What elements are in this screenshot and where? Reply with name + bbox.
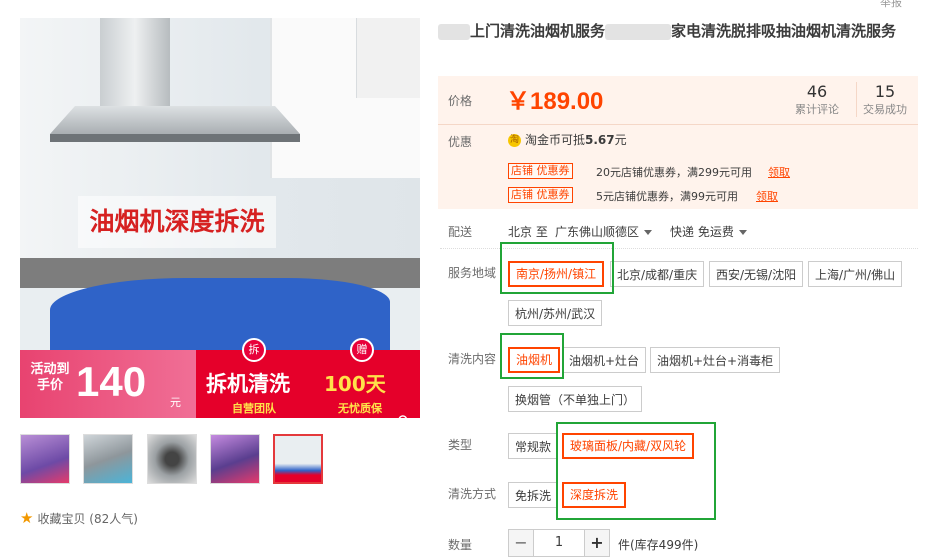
deals-stat: 15 交易成功 <box>856 82 913 117</box>
image-hood-band <box>50 134 300 142</box>
annotation-highlight-box <box>556 422 716 520</box>
taobao-coin-icon: 淘 <box>508 134 521 147</box>
option-clean-content[interactable]: 油烟机+灶台 <box>562 347 647 373</box>
favorite-link[interactable]: ★ 收藏宝贝 (82人气) <box>20 509 138 527</box>
image-cabinet-upper <box>356 18 420 98</box>
promo-warranty-subtext: 无忧质保 <box>338 402 382 415</box>
service-area-label: 服务地域 <box>448 266 497 280</box>
promo-activity-label: 活动到手价 <box>30 362 70 393</box>
quantity-decrease-button[interactable]: − <box>508 529 534 557</box>
option-service-area[interactable]: 西安/无锡/沈阳 <box>709 261 804 287</box>
quantity-input[interactable]: 1 <box>534 529 584 557</box>
option-service-area[interactable]: 上海/广州/佛山 <box>808 261 903 287</box>
annotation-highlight-box <box>500 333 564 379</box>
image-blue-cloth <box>50 278 390 358</box>
option-clean-content[interactable]: 换烟管（不单独上门） <box>508 386 643 412</box>
thumbnail-3[interactable] <box>147 434 197 484</box>
coupon-tag: 店铺 优惠券 <box>508 163 573 179</box>
promo-price-unit: 元 <box>170 396 181 409</box>
coupon-text: 5元店铺优惠券，满99元可用 <box>596 190 738 203</box>
coupon-claim-link[interactable]: 领取 <box>756 188 778 204</box>
reviews-count: 46 <box>806 82 828 101</box>
deals-count: 15 <box>874 82 896 101</box>
blurred-brand-2 <box>605 23 672 40</box>
promo-banner: 活动到手价 140 元 拆 拆机清洗 自营团队 赠 100天 无忧质保 ⚲ <box>20 338 420 418</box>
promo-badge-dismantle: 拆 <box>242 338 266 362</box>
promo-price-number: 140 <box>76 358 147 405</box>
report-link[interactable]: 举报 <box>880 0 902 10</box>
chevron-down-icon <box>644 230 653 235</box>
clean-content-label: 清洗内容 <box>448 352 497 366</box>
favorite-popularity: (82人气) <box>89 512 138 526</box>
image-overlay-text: 油烟机深度拆洗 <box>78 196 276 248</box>
delivery-label: 配送 <box>448 225 473 239</box>
coin-text: 淘金币可抵 <box>525 133 586 147</box>
shipping-select[interactable]: 快递 免运费 <box>670 223 747 240</box>
type-label: 类型 <box>448 438 473 452</box>
option-service-area[interactable]: 北京/成都/重庆 <box>610 261 705 287</box>
promo-main-text: 拆机清洗 <box>206 372 290 396</box>
thumbnail-2[interactable] <box>83 434 133 484</box>
delivery-destination-select[interactable]: 广东佛山顺德区 <box>555 223 653 240</box>
quantity-increase-button[interactable]: + <box>584 529 610 557</box>
option-type[interactable]: 常规款 <box>508 433 559 459</box>
zoom-search-icon[interactable]: ⚲ <box>397 412 409 418</box>
quantity-label: 数量 <box>448 538 473 552</box>
coupon-text: 20元店铺优惠券，满299元可用 <box>596 166 752 179</box>
price-panel: 价格 ￥189.00 46 累计评论 15 交易成功 优惠 淘淘金币可抵5.67… <box>438 76 918 209</box>
promo-badge-gift: 赠 <box>350 338 374 362</box>
annotation-highlight-box <box>500 242 614 294</box>
coupon-claim-link[interactable]: 领取 <box>768 164 790 180</box>
coin-discount: 淘淘金币可抵5.67元 <box>508 131 627 148</box>
thumbnail-5-selected[interactable] <box>273 434 323 484</box>
star-icon: ★ <box>20 509 34 527</box>
image-range-hood <box>50 106 300 134</box>
discount-label: 优惠 <box>448 135 473 149</box>
option-clean-method[interactable]: 免拆洗 <box>508 482 559 508</box>
reviews-label: 累计评论 <box>795 103 839 116</box>
promo-warranty-text: 100天 <box>324 372 386 396</box>
coin-unit: 元 <box>614 133 627 147</box>
reviews-stat[interactable]: 46 累计评论 <box>790 82 844 117</box>
price-divider <box>438 124 918 125</box>
delivery-from: 北京 至 <box>508 225 548 239</box>
coin-amount: 5.67 <box>585 133 615 147</box>
option-service-area[interactable]: 杭州/苏州/武汉 <box>508 300 603 326</box>
favorite-label: 收藏宝贝 <box>37 512 86 526</box>
price-label: 价格 <box>448 94 473 108</box>
coupon-tag: 店铺 优惠券 <box>508 187 573 203</box>
product-title: 上门清洗油烟机服务 家电清洗脱排吸抽油烟机清洗服务 <box>438 20 928 42</box>
price-value: ￥189.00 <box>506 88 604 115</box>
option-clean-content[interactable]: 油烟机+灶台+消毒柜 <box>650 347 781 373</box>
title-part2: 家电清洗脱排吸抽油烟机清洗服务 <box>671 22 897 40</box>
main-product-image[interactable]: 油烟机深度拆洗 活动到手价 140 元 拆 拆机清洗 自营团队 赠 100天 无… <box>20 18 420 418</box>
promo-price-block: 活动到手价 140 元 <box>20 350 196 418</box>
chevron-down-icon <box>738 230 747 235</box>
blurred-brand <box>438 23 470 40</box>
shipping-method: 快递 免运费 <box>670 225 734 239</box>
thumbnail-1[interactable] <box>20 434 70 484</box>
promo-main-subtext: 自营团队 <box>232 402 276 415</box>
stock-text: 件(库存499件) <box>618 538 699 552</box>
title-part1: 上门清洗油烟机服务 <box>470 22 606 40</box>
deals-label: 交易成功 <box>863 103 907 116</box>
clean-method-label: 清洗方式 <box>448 487 497 501</box>
delivery-destination: 广东佛山顺德区 <box>555 225 640 239</box>
image-hood-chimney <box>100 18 170 110</box>
thumbnail-4[interactable] <box>210 434 260 484</box>
